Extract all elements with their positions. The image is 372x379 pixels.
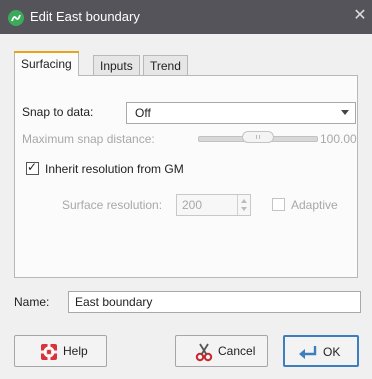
window-title: Edit East boundary bbox=[30, 9, 140, 24]
chevron-up-icon[interactable] bbox=[241, 199, 247, 203]
max-snap-distance-label: Maximum snap distance: bbox=[22, 132, 155, 146]
adaptive-checkbox[interactable] bbox=[272, 198, 285, 211]
cancel-button[interactable]: Cancel bbox=[175, 335, 268, 367]
snap-to-data-value: Off bbox=[135, 106, 151, 120]
name-field[interactable]: East boundary bbox=[68, 291, 361, 313]
surface-resolution-value: 200 bbox=[182, 198, 203, 212]
tab-trend-label: Trend bbox=[150, 59, 181, 73]
surface-resolution-spinbox[interactable]: 200 bbox=[176, 194, 251, 216]
return-arrow-icon bbox=[297, 343, 317, 363]
lifebuoy-icon bbox=[39, 342, 59, 362]
max-snap-distance-value: 100.00 bbox=[320, 132, 357, 146]
surface-resolution-label: Surface resolution: bbox=[62, 198, 163, 212]
title-bar: Edit East boundary ✕ bbox=[0, 0, 372, 34]
checkmark-icon: ✓ bbox=[27, 160, 38, 174]
snap-to-data-select[interactable]: Off bbox=[126, 102, 356, 124]
cancel-button-label: Cancel bbox=[218, 344, 256, 358]
app-icon bbox=[8, 10, 24, 26]
help-button-label: Help bbox=[63, 344, 88, 358]
surfacing-panel: Snap to data: Off Maximum snap distance:… bbox=[14, 75, 358, 278]
inherit-resolution-label: Inherit resolution from GM bbox=[45, 162, 184, 176]
ok-button[interactable]: OK bbox=[283, 335, 359, 367]
tab-inputs-label: Inputs bbox=[100, 59, 133, 73]
inherit-resolution-checkbox[interactable]: ✓ bbox=[26, 160, 39, 175]
scissors-icon bbox=[194, 342, 214, 362]
tab-inputs[interactable]: Inputs bbox=[93, 55, 140, 75]
adaptive-label: Adaptive bbox=[291, 198, 338, 212]
help-button[interactable]: Help bbox=[14, 335, 107, 367]
edit-dialog: Edit East boundary ✕ Surfacing Inputs Tr… bbox=[0, 0, 372, 379]
tab-surfacing-label: Surfacing bbox=[21, 57, 72, 71]
close-icon[interactable]: ✕ bbox=[352, 6, 368, 26]
name-field-value: East boundary bbox=[75, 295, 153, 309]
tab-trend[interactable]: Trend bbox=[143, 55, 188, 75]
snap-to-data-label: Snap to data: bbox=[22, 105, 94, 119]
spin-buttons[interactable] bbox=[237, 195, 250, 215]
max-snap-slider-thumb[interactable] bbox=[242, 131, 274, 143]
chevron-down-icon[interactable] bbox=[241, 207, 247, 211]
ok-button-label: OK bbox=[323, 345, 341, 359]
chevron-down-icon bbox=[341, 110, 349, 115]
tab-surfacing[interactable]: Surfacing bbox=[14, 51, 79, 76]
name-label: Name: bbox=[14, 295, 50, 309]
